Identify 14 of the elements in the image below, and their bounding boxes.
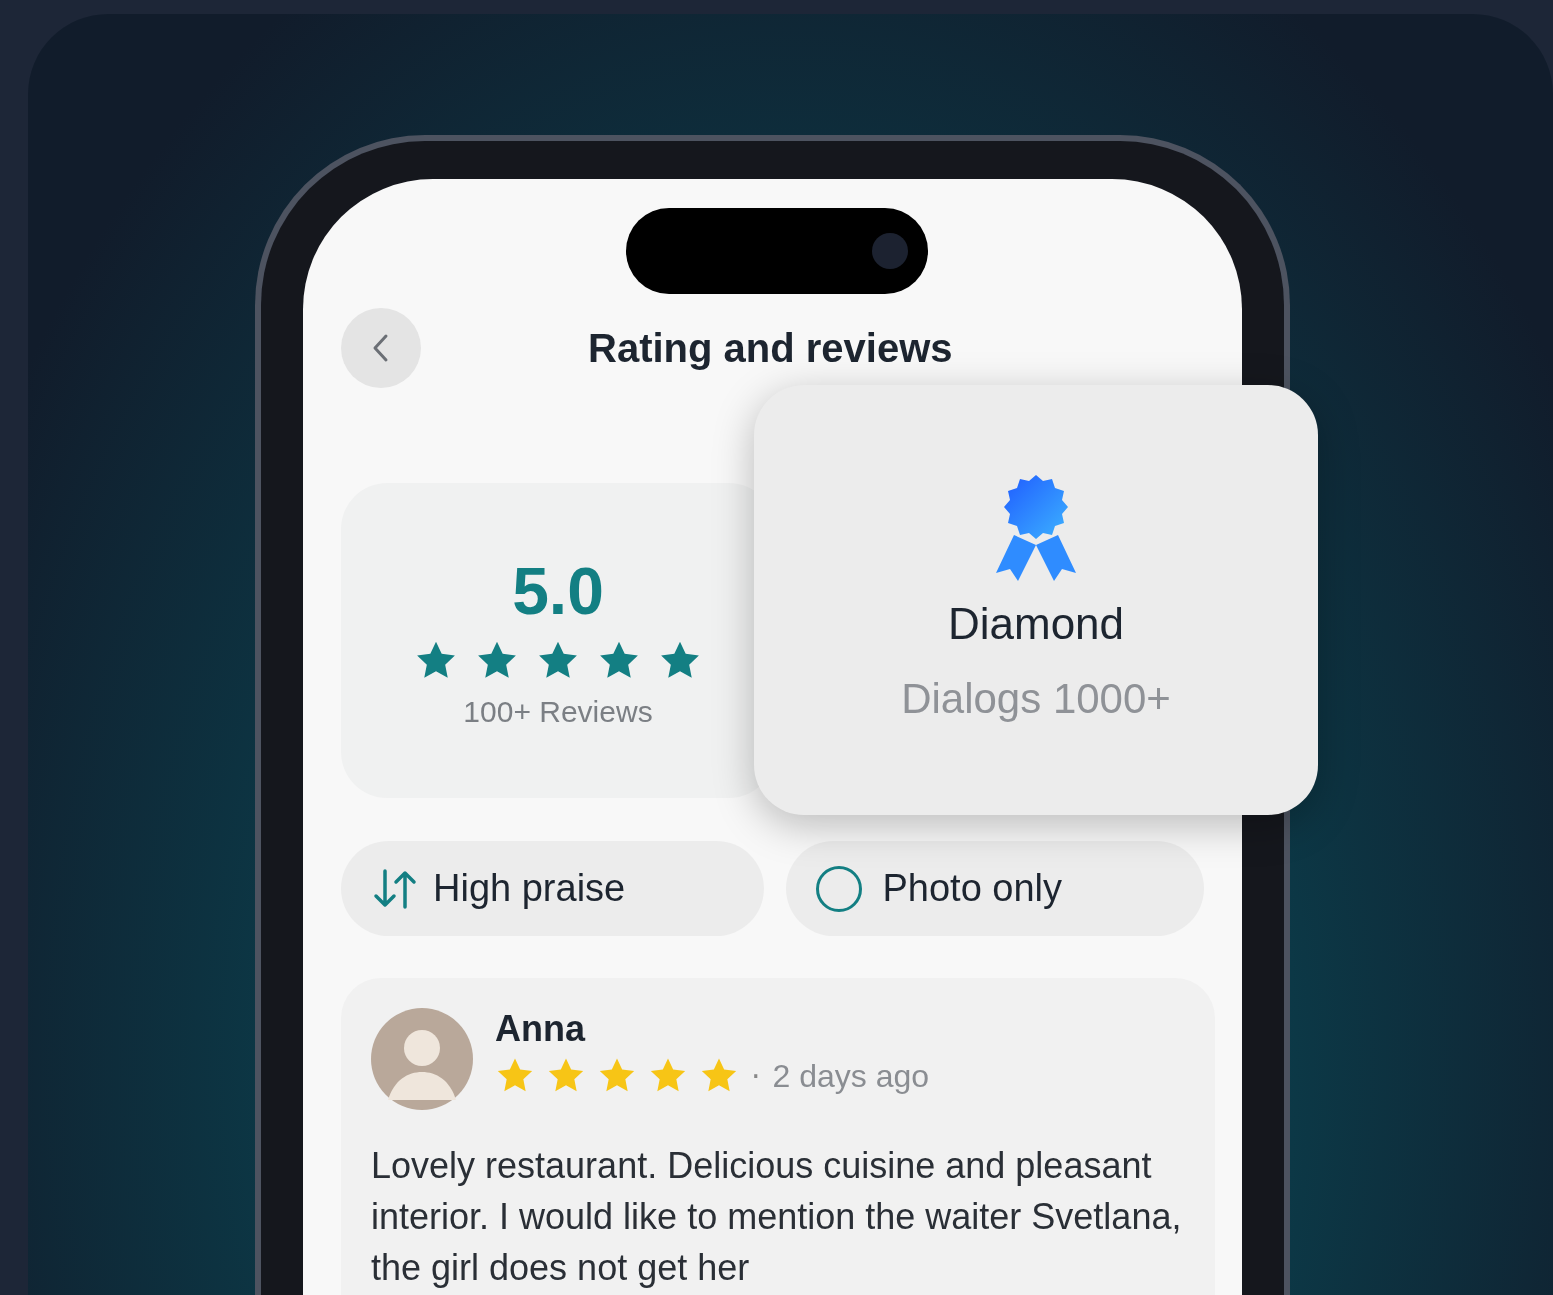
- photo-filter-toggle[interactable]: Photo only: [786, 841, 1204, 936]
- sort-arrows-icon: [371, 866, 419, 911]
- review-time: 2 days ago: [772, 1057, 930, 1095]
- review-count: 100+ Reviews: [463, 694, 653, 729]
- avatar-icon: [371, 1008, 473, 1110]
- rating-score: 5.0: [512, 552, 604, 629]
- badge-title: Diamond: [947, 599, 1125, 649]
- screen-title: Rating and reviews: [588, 325, 953, 371]
- sort-button[interactable]: High praise: [341, 841, 765, 936]
- radio-button[interactable]: [816, 865, 863, 912]
- separator-dot: ·: [751, 1058, 761, 1094]
- badge-subtitle: Dialogs 1000+: [901, 675, 1171, 723]
- review-text: Lovely restaurant. Delicious cuisine and pleasant interior. I would like to mention the waiter Svetlana, the girl does not get her: [371, 1144, 1183, 1290]
- reviewer-name: Anna: [495, 1008, 587, 1050]
